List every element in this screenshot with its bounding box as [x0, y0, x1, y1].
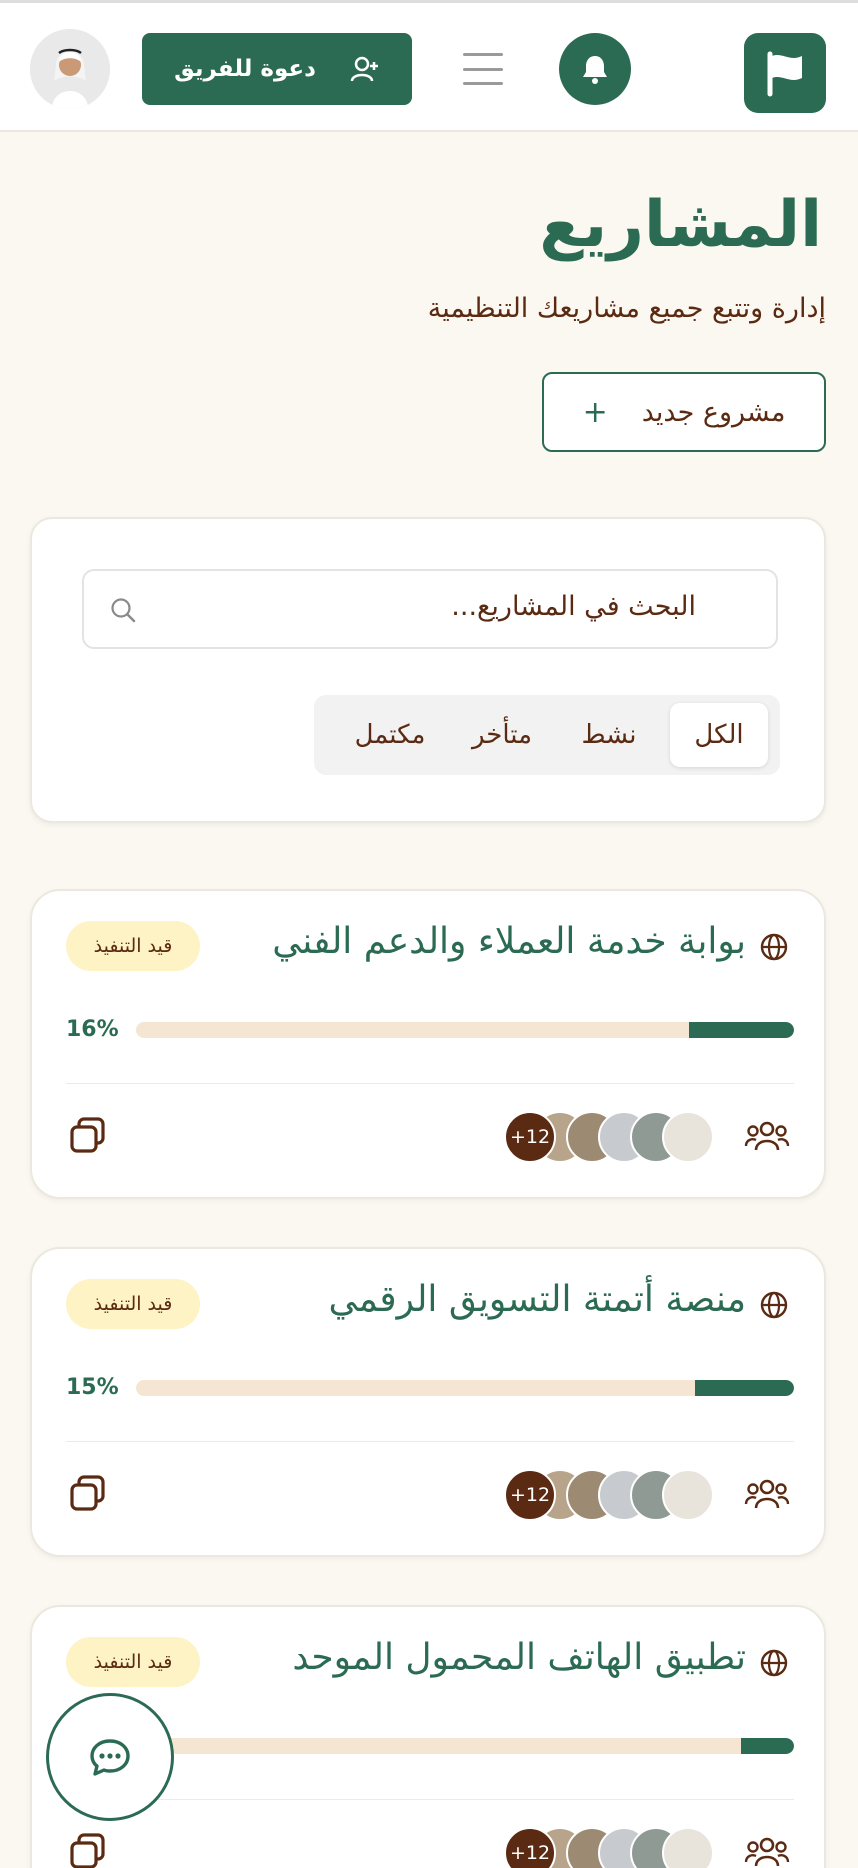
invite-team-label: دعوة للفريق	[174, 56, 316, 82]
progress-bar	[136, 1380, 794, 1396]
member-avatar	[662, 1469, 714, 1521]
page-subtitle: إدارة وتتبع جميع مشاريعك التنظيمية	[427, 293, 826, 324]
new-project-label: مشروع جديد	[641, 396, 786, 428]
status-tabs: الكل نشط متأخر مكتمل	[314, 695, 780, 775]
tab-all[interactable]: الكل	[670, 703, 768, 767]
add-user-icon	[350, 56, 378, 82]
menu-button[interactable]	[463, 53, 503, 85]
member-avatars[interactable]: 12+	[504, 1469, 724, 1521]
project-card[interactable]: بوابة خدمة العملاء والدعم الفني قيد التن…	[30, 889, 826, 1199]
search-icon	[111, 598, 136, 623]
menu-line	[463, 82, 503, 85]
copy-icon[interactable]	[66, 1471, 110, 1515]
member-avatar	[662, 1827, 714, 1868]
flag-icon	[767, 51, 802, 97]
project-title: بوابة خدمة العملاء والدعم الفني	[272, 921, 746, 962]
tab-late[interactable]: متأخر	[454, 703, 550, 767]
page-title: المشاريع	[539, 188, 822, 262]
globe-icon	[760, 933, 788, 961]
more-members-count: 12+	[504, 1111, 556, 1163]
card-divider	[66, 1799, 794, 1800]
progress-percent: 16%	[66, 1017, 119, 1042]
globe-icon	[760, 1649, 788, 1677]
flag-logo[interactable]	[744, 33, 826, 113]
plus-icon: +	[582, 394, 608, 430]
chat-button[interactable]	[46, 1693, 174, 1821]
card-divider	[66, 1083, 794, 1084]
new-project-button[interactable]: مشروع جديد +	[542, 372, 826, 452]
progress-fill	[688, 1022, 794, 1038]
progress-bar	[136, 1738, 794, 1754]
member-avatars[interactable]: 12+	[504, 1111, 724, 1163]
team-icon	[744, 1479, 790, 1509]
search-placeholder: البحث في المشاريع...	[451, 591, 696, 622]
project-title: تطبيق الهاتف المحمول الموحد	[292, 1637, 746, 1678]
card-divider	[66, 1441, 794, 1442]
progress-fill	[741, 1738, 794, 1754]
copy-icon[interactable]	[66, 1113, 110, 1157]
bell-icon	[583, 56, 607, 84]
status-badge: قيد التنفيذ	[66, 1279, 200, 1329]
avatar-image	[30, 29, 110, 109]
notifications-button[interactable]	[559, 33, 631, 105]
chat-bubble-icon	[90, 1739, 130, 1776]
project-title: منصة أتمتة التسويق الرقمي	[328, 1279, 746, 1320]
progress-bar	[136, 1022, 794, 1038]
progress-percent: 15%	[66, 1375, 119, 1400]
user-avatar[interactable]	[30, 29, 110, 109]
status-badge: قيد التنفيذ	[66, 1637, 200, 1687]
invite-team-button[interactable]: دعوة للفريق	[142, 33, 412, 105]
member-avatar	[662, 1111, 714, 1163]
team-icon	[744, 1837, 790, 1867]
progress-fill	[695, 1380, 794, 1396]
member-avatars[interactable]: 12+	[504, 1827, 724, 1868]
project-card[interactable]: منصة أتمتة التسويق الرقمي قيد التنفيذ 15…	[30, 1247, 826, 1557]
team-icon	[744, 1121, 790, 1151]
tab-active[interactable]: نشط	[564, 703, 654, 767]
menu-line	[463, 67, 503, 71]
menu-line	[463, 53, 503, 56]
copy-icon[interactable]	[66, 1829, 110, 1868]
status-badge: قيد التنفيذ	[66, 921, 200, 971]
filter-card: البحث في المشاريع... الكل نشط متأخر مكتم…	[30, 517, 826, 823]
top-bar: دعوة للفريق	[0, 0, 858, 132]
globe-icon	[760, 1291, 788, 1319]
more-members-count: 12+	[504, 1469, 556, 1521]
tab-completed[interactable]: مكتمل	[332, 703, 448, 767]
search-input[interactable]: البحث في المشاريع...	[82, 569, 778, 649]
